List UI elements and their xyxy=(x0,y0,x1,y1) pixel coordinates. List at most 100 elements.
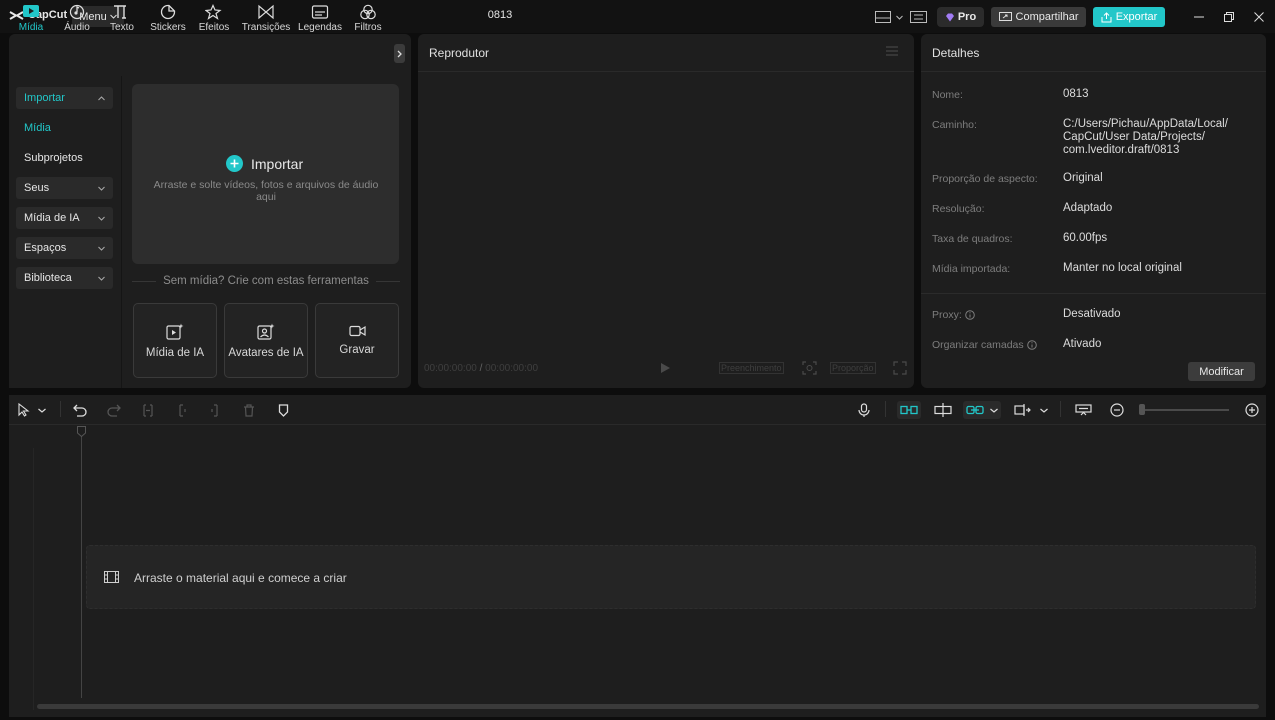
detail-label-aspect: Proporção de aspecto: xyxy=(932,173,1038,185)
tool-label: Avatares de IA xyxy=(228,346,304,359)
pro-label: Pro xyxy=(957,11,977,23)
split-icon[interactable] xyxy=(139,401,157,419)
share-button[interactable]: Compartilhar xyxy=(991,7,1086,27)
chevron-down-icon xyxy=(98,216,105,221)
detail-label-imported-media: Mídia importada: xyxy=(932,263,1011,275)
split-left-icon[interactable] xyxy=(173,401,191,419)
detail-label-layers: Organizar camadas xyxy=(932,339,1037,351)
ai-media-icon xyxy=(166,323,184,340)
tab-filters[interactable]: Filtros xyxy=(344,4,392,38)
tab-label: Stickers xyxy=(150,22,186,33)
zoom-out-icon[interactable] xyxy=(1108,401,1126,419)
close-icon[interactable] xyxy=(1250,8,1268,26)
play-icon[interactable] xyxy=(659,362,671,374)
split-right-icon[interactable] xyxy=(206,401,224,419)
tab-label: Legendas xyxy=(298,22,342,33)
chevron-right-icon xyxy=(397,50,402,57)
restore-icon[interactable] xyxy=(1220,8,1238,26)
player-header xyxy=(418,34,914,72)
sidebar-item-media[interactable]: Mídia xyxy=(16,117,113,139)
ai-avatar-icon xyxy=(257,323,275,340)
diamond-icon xyxy=(945,13,954,21)
export-icon xyxy=(1101,11,1112,22)
fullscreen-icon[interactable] xyxy=(893,361,907,375)
import-dropzone[interactable] xyxy=(132,84,399,264)
sidebar-item-library[interactable]: Biblioteca xyxy=(16,267,113,289)
export-button[interactable]: Exportar xyxy=(1093,7,1165,27)
playhead-line xyxy=(81,426,82,698)
microphone-icon[interactable] xyxy=(855,401,873,419)
tabs-next-button[interactable] xyxy=(394,44,405,63)
timeline-scrollbar[interactable] xyxy=(37,704,1259,709)
sidebar-item-label: Espaços xyxy=(24,242,67,254)
detail-value-imported-media: Manter no local original xyxy=(1063,262,1182,274)
detail-label-text: Proxy: xyxy=(932,309,962,321)
player-title: Reprodutor xyxy=(429,46,490,60)
chevron-down-icon[interactable] xyxy=(36,401,48,419)
undo-icon[interactable] xyxy=(71,401,89,419)
record-icon xyxy=(348,325,366,337)
sidebar-item-label: Mídia de IA xyxy=(24,212,80,224)
playhead-handle[interactable] xyxy=(77,426,86,437)
sidebar-item-yours[interactable]: Seus xyxy=(16,177,113,199)
zoom-in-icon[interactable] xyxy=(1243,401,1261,419)
delete-icon[interactable] xyxy=(240,401,258,419)
link-clips-button[interactable] xyxy=(963,401,1001,419)
marker-icon[interactable] xyxy=(274,401,292,419)
record-tool-button[interactable]: Gravar xyxy=(315,303,399,378)
divider xyxy=(376,281,400,282)
modify-button[interactable]: Modificar xyxy=(1188,362,1255,381)
tab-transitions[interactable]: Transições xyxy=(241,4,291,38)
detail-value-framerate: 60.00fps xyxy=(1063,232,1108,244)
chevron-down-icon xyxy=(98,186,105,191)
keyboard-icon[interactable] xyxy=(909,8,927,26)
layout-icon[interactable] xyxy=(874,8,892,26)
tab-effects[interactable]: Efeitos xyxy=(190,4,238,38)
sidebar-item-label: Seus xyxy=(24,182,50,194)
fill-button[interactable]: Preenchimento xyxy=(719,362,784,374)
import-button[interactable]: Importar xyxy=(226,155,303,172)
main-track-magnet-icon[interactable] xyxy=(897,401,921,419)
crop-icon[interactable] xyxy=(802,361,817,375)
fit-timeline-icon[interactable] xyxy=(1073,401,1093,419)
layout-dropdown-icon[interactable] xyxy=(894,8,904,26)
sidebar-item-ai-media[interactable]: Mídia de IA xyxy=(16,207,113,229)
ratio-button[interactable]: Proporção xyxy=(830,362,876,374)
detail-value-name: 0813 xyxy=(1063,88,1089,100)
zoom-slider-handle[interactable] xyxy=(1139,404,1145,415)
tab-label: Áudio xyxy=(64,22,90,33)
detail-label-path: Caminho: xyxy=(932,119,977,131)
ai-avatar-tool-button[interactable]: Avatares de IA xyxy=(224,303,308,378)
sidebar-item-subprojects[interactable]: Subprojetos xyxy=(16,147,113,169)
tab-text[interactable]: Texto xyxy=(98,4,146,38)
sidebar-item-spaces[interactable]: Espaços xyxy=(16,237,113,259)
preview-axis-button[interactable] xyxy=(1014,401,1048,419)
share-icon xyxy=(998,11,1012,21)
select-cursor-icon[interactable] xyxy=(15,401,33,419)
redo-icon[interactable] xyxy=(105,401,123,419)
total-time: 00:00:00:00 xyxy=(485,363,538,374)
chevron-up-icon xyxy=(98,95,105,100)
snap-icon[interactable] xyxy=(933,401,953,419)
tab-media[interactable]: Mídia xyxy=(7,4,55,38)
zoom-slider[interactable] xyxy=(1141,409,1229,411)
timecode: 00:00:00:00 / 00:00:00:00 xyxy=(424,363,538,374)
tab-captions[interactable]: Legendas xyxy=(296,4,344,38)
audio-icon xyxy=(69,4,85,20)
pro-button[interactable]: Pro xyxy=(937,7,984,27)
media-icon xyxy=(23,5,39,17)
tab-audio[interactable]: Áudio xyxy=(53,4,101,38)
film-icon xyxy=(104,571,119,583)
player-panel xyxy=(418,34,914,388)
player-menu-icon[interactable] xyxy=(885,46,899,56)
import-title: Importar xyxy=(251,155,304,172)
sidebar-item-import[interactable]: Importar xyxy=(16,87,113,109)
info-icon xyxy=(964,310,975,320)
minimize-icon[interactable] xyxy=(1190,8,1208,26)
chevron-down-icon xyxy=(1040,408,1048,413)
sticker-icon xyxy=(160,4,176,20)
current-time: 00:00:00:00 xyxy=(424,363,477,374)
divider xyxy=(132,281,156,282)
ai-media-tool-button[interactable]: Mídia de IA xyxy=(133,303,217,378)
tab-stickers[interactable]: Stickers xyxy=(144,4,192,38)
